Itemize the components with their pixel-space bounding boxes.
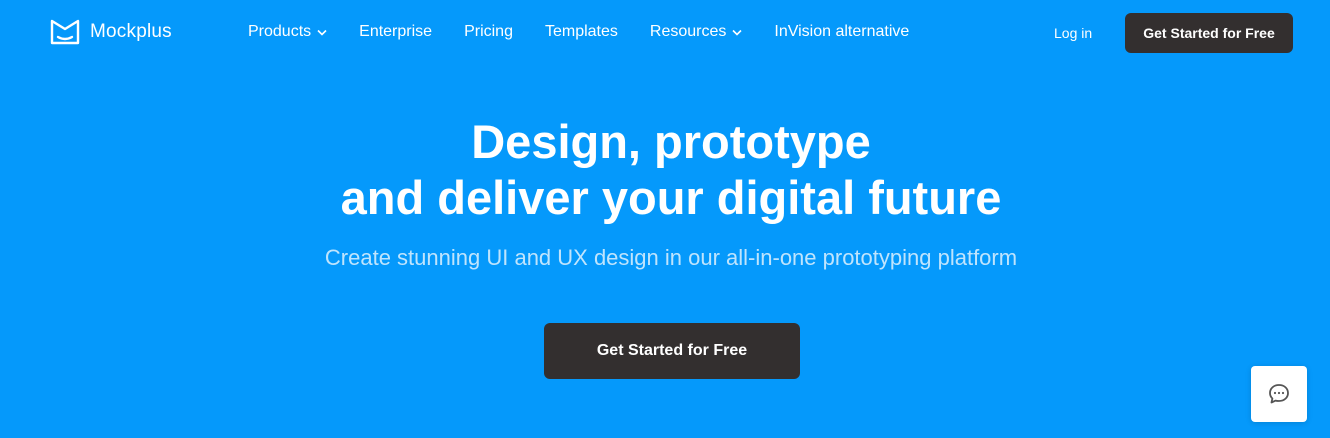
hero-title: Design, prototype and deliver your digit… (0, 114, 1330, 226)
chat-bubble-icon (1267, 382, 1291, 406)
main-nav: Products Enterprise Pricing Templates Re… (248, 22, 941, 42)
brand-name: Mockplus (90, 21, 172, 42)
chevron-down-icon (317, 29, 327, 36)
nav-item-products[interactable]: Products (248, 23, 327, 41)
nav-item-resources[interactable]: Resources (650, 23, 742, 41)
hero-get-started-button[interactable]: Get Started for Free (544, 323, 800, 379)
mockplus-logo-icon (50, 18, 80, 46)
nav-item-label: InVision alternative (774, 23, 910, 40)
nav-item-label: Resources (649, 23, 727, 40)
hero-title-line1: Design, prototype (471, 115, 871, 168)
chevron-down-icon (732, 29, 742, 36)
nav-item-label: Enterprise (359, 23, 433, 40)
hero-subtitle: Create stunning UI and UX design in our … (324, 245, 1018, 270)
nav-item-pricing[interactable]: Pricing (464, 23, 513, 41)
nav-item-invision-alternative[interactable]: InVision alternative (774, 23, 909, 41)
nav-item-label: Pricing (464, 23, 513, 40)
nav-item-enterprise[interactable]: Enterprise (359, 23, 432, 41)
nav-item-label: Products (248, 23, 312, 40)
nav-item-templates[interactable]: Templates (545, 23, 618, 41)
nav-item-label: Templates (544, 23, 618, 40)
header-get-started-button[interactable]: Get Started for Free (1125, 13, 1293, 53)
login-link[interactable]: Log in (1054, 25, 1092, 41)
chat-widget-button[interactable] (1251, 366, 1307, 422)
brand-logo[interactable]: Mockplus (50, 18, 172, 46)
hero-title-line2: and deliver your digital future (340, 171, 1002, 224)
